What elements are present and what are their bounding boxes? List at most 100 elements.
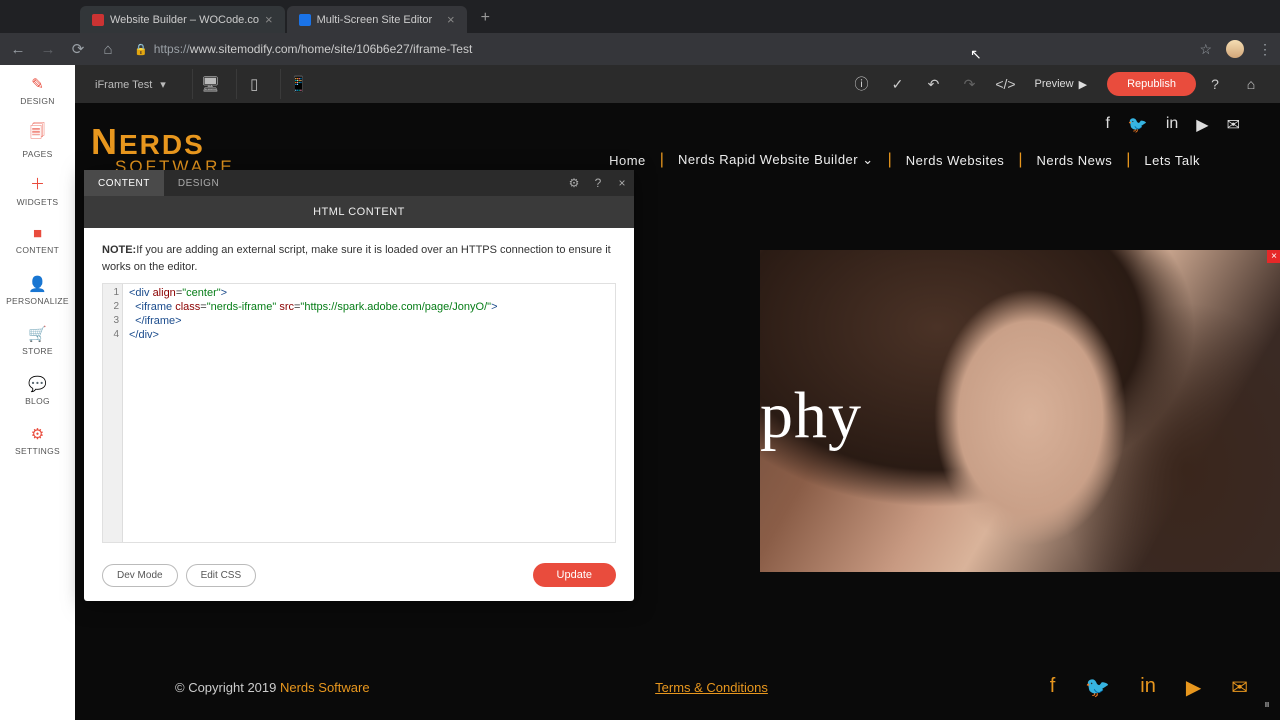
sidebar-item-label: PAGES [22,149,52,159]
desktop-view-button[interactable]: 🖥 [192,69,228,99]
sidebar-item-label: DESIGN [20,96,54,106]
home-button[interactable]: ⌂ [98,41,118,58]
menu-icon[interactable]: ⋮ [1258,41,1272,58]
tab-content[interactable]: CONTENT [84,170,164,196]
nav-builder[interactable]: Nerds Rapid Website Builder ⌄ [678,152,874,168]
sidebar-item-label: BLOG [25,396,50,406]
sidebar-item-label: WIDGETS [17,197,59,207]
twitter-icon[interactable]: 🐦 [1128,115,1148,135]
linkedin-icon[interactable]: in [1140,675,1156,700]
site-logo[interactable]: NNERDSERDS SOFTWARE [91,124,235,175]
browser-tab-active[interactable]: Multi-Screen Site Editor × [287,6,467,33]
nav-home[interactable]: Home [609,153,646,168]
code-gutter: 1234 [103,284,123,542]
gear-icon: ⚙ [31,425,44,443]
panel-note: NOTE:If you are adding an external scrip… [102,242,616,275]
lock-icon: 🔒 [134,43,148,56]
gear-icon[interactable]: ⚙ [562,170,586,196]
panel-title: HTML CONTENT [84,196,634,228]
pause-icon: ⏸ [1264,697,1270,712]
sidebar-item-label: CONTENT [16,245,59,255]
sidebar-item-blog[interactable]: 💬 BLOG [0,365,75,415]
site-selector[interactable]: iFrame Test [87,74,184,95]
panel-tab-strip: CONTENT DESIGN ⚙ ? × [84,170,634,196]
twitter-icon[interactable]: 🐦 [1085,675,1110,700]
mail-icon[interactable]: ✉ [1227,115,1240,135]
copyright-text: © Copyright 2019 Nerds Software [175,680,370,695]
youtube-icon[interactable]: ▶ [1186,675,1201,700]
republish-button[interactable]: Republish [1107,72,1196,96]
html-content-panel: CONTENT DESIGN ⚙ ? × HTML CONTENT NOTE:I… [84,170,634,601]
linkedin-icon[interactable]: in [1166,115,1178,135]
sidebar-item-content[interactable]: ■ CONTENT [0,215,75,265]
dev-mode-button[interactable]: Dev Mode [102,564,178,587]
check-icon[interactable]: ✓ [880,69,914,99]
help-icon[interactable]: ? [1198,69,1232,99]
redo-icon[interactable]: ↷ [952,69,986,99]
sidebar-item-settings[interactable]: ⚙SETTINGS [0,415,75,465]
sidebar-item-pages[interactable]: 🗐 PAGES [0,115,75,165]
edit-css-button[interactable]: Edit CSS [186,564,257,587]
youtube-icon[interactable]: ▶ [1196,115,1208,135]
sidebar-item-store[interactable]: 🛒 STORE [0,315,75,365]
nav-news[interactable]: Nerds News [1036,153,1112,168]
code-editor[interactable]: 1234 <div align="center"> <iframe class=… [102,283,616,543]
help-icon[interactable]: ? [586,170,610,196]
copyright-link[interactable]: Nerds Software [280,680,370,695]
close-icon[interactable]: × [1267,250,1280,263]
update-button[interactable]: Update [533,563,616,587]
sidebar: ✎ DESIGN 🗐 PAGES ＋ WIDGETS ■ CONTENT 👤PERSON… [0,65,75,720]
close-icon[interactable]: × [610,170,634,196]
terms-link[interactable]: Terms & Conditions [655,680,768,695]
browser-tab-strip: Website Builder – WOCode.co × Multi-Scre… [0,0,1280,33]
folder-icon: ■ [33,225,42,242]
facebook-icon[interactable]: f [1050,675,1056,700]
tab-design[interactable]: DESIGN [164,170,233,196]
info-icon[interactable]: ⓘ [844,69,878,99]
code-icon[interactable]: </> [988,69,1022,99]
pencil-icon: ✎ [31,75,44,93]
back-button[interactable]: ← [8,41,28,58]
hero-image[interactable]: × phy [760,250,1280,572]
panel-footer: Dev Mode Edit CSS Update [84,553,634,601]
preview-button[interactable]: Preview ▶ [1024,78,1097,91]
sidebar-item-personalize[interactable]: 👤PERSONALIZE [0,265,75,315]
sidebar-item-label: PERSONALIZE [6,296,69,306]
plus-icon: ＋ [30,173,45,194]
url-path: www.sitemodify.com/home/site/106b6e27/if… [190,42,473,56]
preview-label: Preview [1034,78,1073,90]
cart-icon: 🛒 [28,325,47,343]
sidebar-item-label: STORE [22,346,53,356]
new-tab-button[interactable]: + [469,3,502,33]
tablet-view-button[interactable]: ▯ [236,69,272,99]
close-icon[interactable]: × [447,12,455,27]
tab-favicon-icon [299,14,311,26]
mail-icon[interactable]: ✉ [1231,675,1248,700]
chevron-down-icon: ⌄ [862,152,873,167]
forward-button[interactable]: → [38,41,58,58]
nav-talk[interactable]: Lets Talk [1144,153,1200,168]
tab-label: Website Builder – WOCode.co [110,14,259,26]
browser-tab[interactable]: Website Builder – WOCode.co × [80,6,285,33]
undo-icon[interactable]: ↶ [916,69,950,99]
sidebar-item-widgets[interactable]: ＋ WIDGETS [0,165,75,215]
play-icon: ▶ [1079,78,1087,91]
home-icon[interactable]: ⌂ [1234,69,1268,99]
sidebar-item-design[interactable]: ✎ DESIGN [0,65,75,115]
close-icon[interactable]: × [265,12,273,27]
footer-socials: f 🐦 in ▶ ✉ [1050,675,1248,700]
address-bar: ← → ⟳ ⌂ 🔒 https://www.sitemodify.com/hom… [0,33,1280,65]
editor-topbar: iFrame Test 🖥 ▯ 📱 ⓘ ✓ ↶ ↷ </> Preview ▶ R… [75,65,1280,103]
tab-label: Multi-Screen Site Editor [317,14,433,26]
reload-button[interactable]: ⟳ [68,40,88,58]
pages-icon: 🗐 [30,121,45,146]
chat-icon: 💬 [28,375,47,393]
site-nav: Home| Nerds Rapid Website Builder ⌄| Ner… [609,141,1240,183]
profile-avatar[interactable] [1226,40,1244,58]
site-footer: © Copyright 2019 Nerds Software Terms & … [175,675,1248,700]
nav-websites[interactable]: Nerds Websites [906,153,1005,168]
facebook-icon[interactable]: f [1105,115,1109,135]
bookmark-icon[interactable]: ☆ [1199,41,1212,58]
url-field[interactable]: 🔒 https://www.sitemodify.com/home/site/1… [134,42,472,56]
mobile-view-button[interactable]: 📱 [280,69,316,99]
